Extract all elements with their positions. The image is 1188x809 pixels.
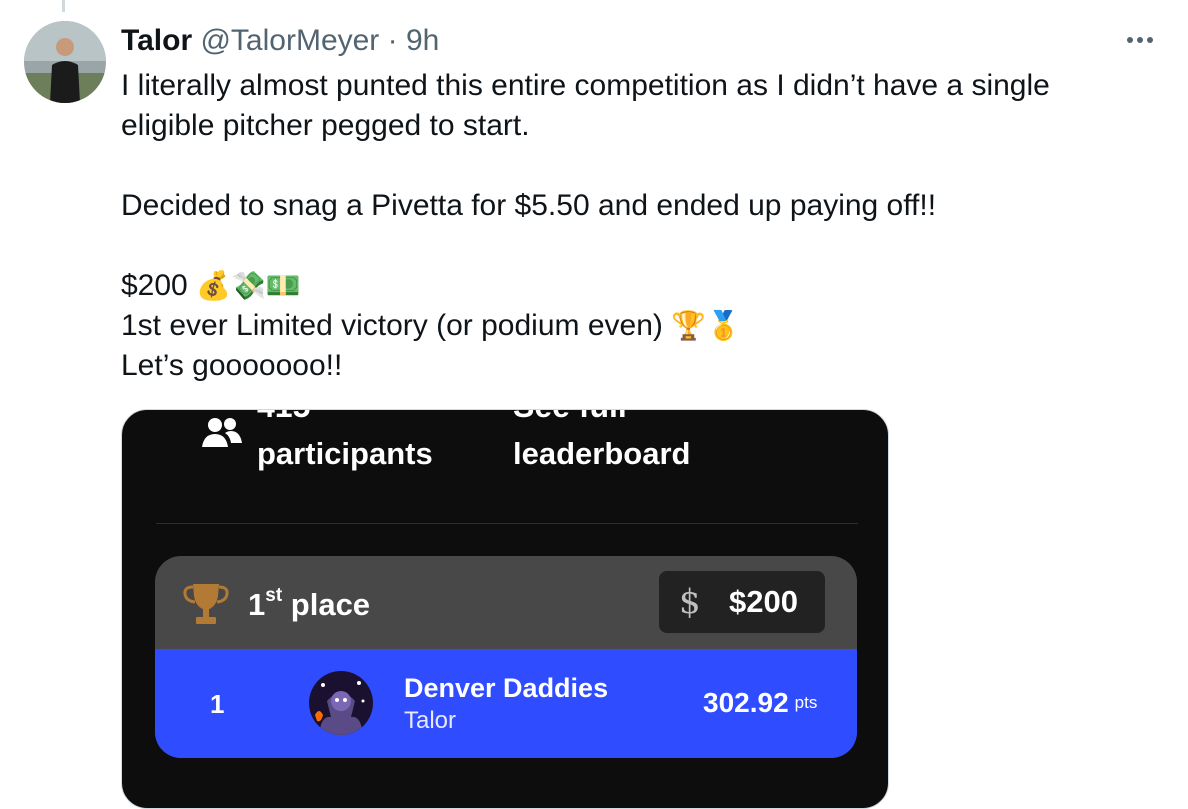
people-icon — [202, 418, 242, 447]
leaderboard-link[interactable]: leaderboard — [513, 436, 690, 472]
place-word: place — [290, 587, 371, 622]
place-number: 1 — [248, 587, 266, 622]
dollar-icon: $ — [679, 582, 701, 622]
tweet-text: I literally almost punted this entire co… — [121, 66, 1131, 386]
thread-connector — [62, 0, 65, 12]
prize-amount-box: $ $200 — [659, 571, 825, 633]
rank: 1 — [210, 689, 225, 719]
more-options-icon[interactable] — [1122, 22, 1158, 58]
team-name: Denver Daddies — [404, 673, 609, 703]
divider — [156, 523, 858, 524]
prize-amount: $200 — [729, 584, 798, 619]
place-label: 1st place — [248, 585, 371, 623]
timestamp[interactable]: 9h — [406, 24, 439, 57]
score-value: 302.92 — [703, 687, 789, 718]
prize-card: 1st place $ $200 1 Denver Daddies Talor … — [155, 556, 857, 758]
separator-dot: · — [387, 24, 398, 57]
author-avatar[interactable] — [24, 21, 106, 103]
tweet-line: eligible pitcher pegged to start. — [121, 109, 530, 142]
place-suffix: st — [265, 585, 283, 606]
tweet-header: Talor @TalorMeyer · 9h — [121, 22, 439, 60]
money-emoji: 💰💸💵 — [196, 269, 301, 302]
tweet-line: 1st ever Limited victory (or podium even… — [121, 309, 663, 342]
tweet-line-blank — [121, 226, 1131, 266]
tweet-line-with-emoji: $200 💰💸💵 — [121, 266, 1131, 306]
tweet-line: Decided to snag a Pivetta for $5.50 and … — [121, 189, 937, 222]
score: 302.92 pts — [703, 687, 817, 719]
see-full-label: See full — [513, 410, 627, 425]
tweet-image[interactable]: 415 See full participants leaderboard 1s… — [121, 409, 889, 809]
author-name[interactable]: Talor — [121, 24, 192, 57]
trophy-icon — [183, 584, 229, 624]
tweet-line: I literally almost punted this entire co… — [121, 69, 1050, 102]
tweet-line: $200 — [121, 269, 188, 302]
team-owner: Talor — [404, 707, 457, 734]
participants-label: participants — [257, 436, 433, 471]
tweet-line-with-emoji: 1st ever Limited victory (or podium even… — [121, 306, 1131, 346]
trophy-medal-emoji: 🏆🥇 — [671, 309, 741, 342]
score-unit: pts — [794, 693, 818, 712]
winner-row: 1 Denver Daddies Talor 302.92 pts — [155, 649, 857, 758]
team-avatar — [309, 671, 373, 735]
tweet-line-blank — [121, 146, 1131, 186]
tweet-line: Let’s gooooooo!! — [121, 349, 343, 382]
author-handle[interactable]: @TalorMeyer — [200, 24, 379, 57]
participants-count: 415 — [257, 410, 310, 425]
